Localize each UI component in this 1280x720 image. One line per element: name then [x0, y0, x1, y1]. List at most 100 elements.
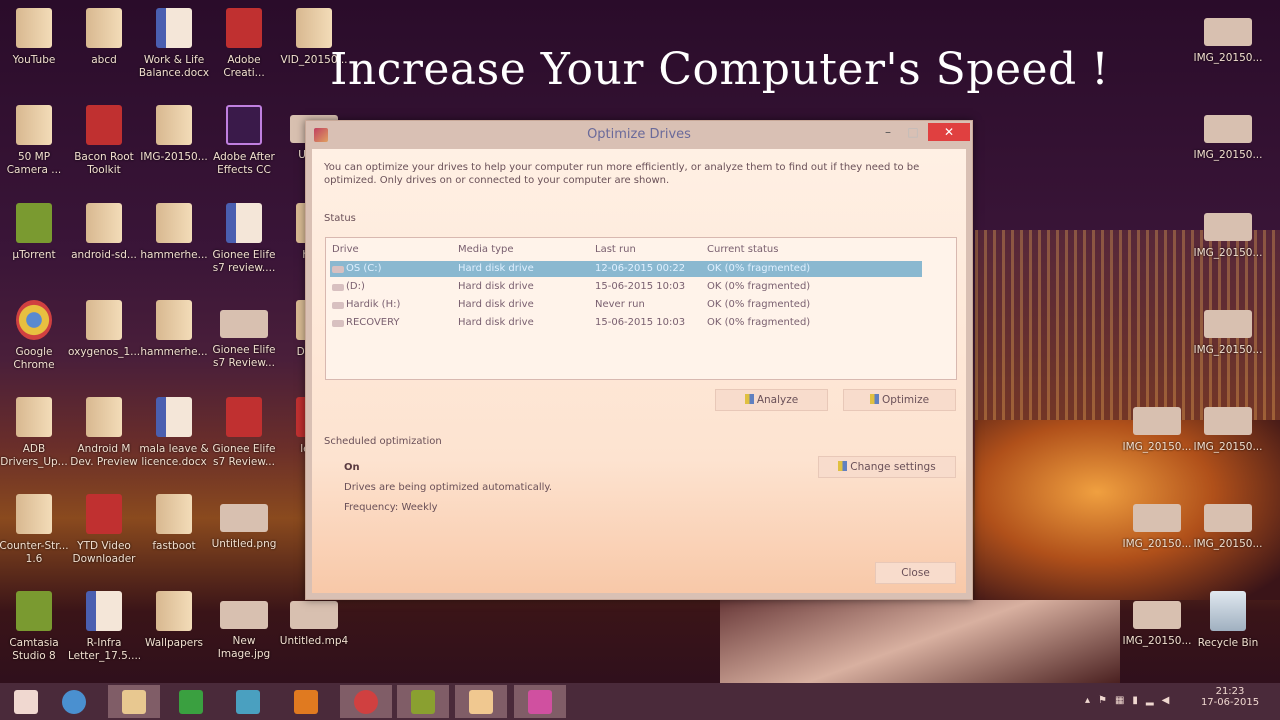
desktop-icon[interactable]: Adobe After Effects CC [208, 105, 280, 177]
folder-icon [156, 300, 192, 340]
img-icon [1204, 18, 1252, 46]
analyze-label: Analyze [756, 394, 799, 406]
desktop-icon[interactable]: Android M Dev. Preview [68, 397, 140, 469]
desktop-icon[interactable]: IMG_20150... [1121, 397, 1193, 454]
vlc-icon [294, 689, 318, 714]
desktop-icon[interactable]: IMG_20150... [1192, 494, 1264, 551]
desktop-icon-label: oxygenos_1... [68, 346, 141, 358]
desktop-icon[interactable]: Adobe Creati... [208, 8, 280, 80]
clock[interactable]: 21:23 17-06-2015 [1200, 686, 1260, 708]
taskbar-file-explorer[interactable] [108, 685, 160, 718]
title-bar[interactable]: Optimize Drives – □ ✕ [306, 121, 972, 149]
taskbar-chrome[interactable] [340, 685, 392, 718]
scheduled-label: Scheduled optimization [324, 436, 442, 447]
column-current-status[interactable]: Current status [707, 242, 778, 258]
taskbar-vlc[interactable] [280, 685, 332, 718]
green-icon [16, 591, 52, 631]
taskbar-app[interactable] [514, 685, 566, 718]
desktop-icon[interactable]: 50 MP Camera ... [0, 105, 70, 177]
current-status: OK (0% fragmented) [707, 281, 811, 292]
desktop-icon[interactable]: IMG_20150... [1192, 300, 1264, 357]
taskbar-camtasia-recorder[interactable] [455, 685, 507, 718]
desktop-icon[interactable]: IMG_20150... [1192, 397, 1264, 454]
desktop-icon[interactable]: IMG_20150... [1121, 591, 1193, 648]
desktop-icon[interactable]: Gionee Elife s7 Review... [208, 397, 280, 469]
desktop-icon[interactable]: IMG-20150... [138, 105, 210, 164]
drive-row[interactable]: RECOVERY Hard disk drive 15-06-2015 10:0… [330, 315, 922, 331]
folder-icon [156, 591, 192, 631]
desktop-icon[interactable]: YTD Video Downloader [68, 494, 140, 566]
word-icon [156, 397, 192, 437]
close-button[interactable]: Close [875, 562, 956, 584]
desktop-icon[interactable]: oxygenos_1... [68, 300, 140, 359]
drive-row[interactable]: Hardik (H:) Hard disk drive Never run OK… [330, 297, 922, 313]
drive-name: Hardik (H:) [346, 299, 401, 310]
desktop-icon[interactable]: µTorrent [0, 203, 70, 262]
desktop-icon[interactable]: Google Chrome [0, 300, 70, 372]
desktop-icon-label: Untitled.png [211, 538, 277, 550]
optimize-button[interactable]: Optimize [843, 389, 956, 411]
desktop-icon[interactable]: hammerhe... [138, 203, 210, 262]
desktop-icon-label: IMG_20150... [1122, 538, 1192, 550]
desktop-icon[interactable]: mala leave & licence.docx [138, 397, 210, 469]
camtasia-recorder-icon [469, 689, 493, 714]
drive-icon [332, 320, 344, 327]
media-player-icon [236, 689, 260, 714]
desktop-icon[interactable]: Work & Life Balance.docx [138, 8, 210, 80]
drive-icon [332, 266, 344, 273]
column-media-type[interactable]: Media type [458, 242, 514, 258]
desktop-icon[interactable]: IMG_20150... [1121, 494, 1193, 551]
desktop-icon-label: IMG_20150... [1193, 247, 1263, 259]
desktop-icon[interactable]: android-sd... [68, 203, 140, 262]
uac-shield-icon [869, 394, 879, 404]
last-run: Never run [595, 299, 645, 310]
close-window-button[interactable]: ✕ [928, 123, 970, 141]
drive-row[interactable]: (D:) Hard disk drive 15-06-2015 10:03 OK… [330, 279, 922, 295]
desktop-icon[interactable]: Gionee Elife s7 review.... [208, 203, 280, 275]
desktop-icon[interactable]: New Image.jpg [208, 591, 280, 661]
desktop-icon[interactable]: Recycle Bin [1192, 591, 1264, 650]
uac-shield-icon [744, 394, 754, 404]
current-status: OK (0% fragmented) [707, 263, 811, 274]
desktop-icon-label: abcd [91, 54, 117, 66]
taskbar-media-player[interactable] [222, 685, 274, 718]
status-label: Status [324, 213, 356, 224]
drive-row[interactable]: OS (C:) Hard disk drive 12-06-2015 00:22… [330, 261, 922, 277]
desktop-icon-label: Bacon Root Toolkit [74, 151, 134, 176]
desktop-icon[interactable]: Wallpapers [138, 591, 210, 650]
system-tray-icons[interactable]: ▴⚑▦▮▂◀ [1085, 695, 1177, 706]
desktop-icon[interactable]: Gionee Elife s7 Review... [208, 300, 280, 370]
desktop-icon[interactable]: Bacon Root Toolkit [68, 105, 140, 177]
internet-explorer-icon [62, 689, 86, 714]
desktop-icon[interactable]: R-Infra Letter_17.5.... [68, 591, 141, 663]
taskbar-store[interactable] [165, 685, 217, 718]
desktop-icon[interactable]: IMG_20150... [1192, 8, 1264, 65]
desktop-icon[interactable]: ADB Drivers_Up... [0, 397, 70, 469]
taskbar: ▴⚑▦▮▂◀ 21:23 17-06-2015 [0, 683, 1280, 720]
taskbar-camtasia[interactable] [397, 685, 449, 718]
desktop-icon[interactable]: YouTube [0, 8, 70, 67]
drive-name: OS (C:) [346, 263, 382, 274]
minimize-button[interactable]: – [881, 123, 895, 141]
desktop-icon-label: IMG_20150... [1122, 441, 1192, 453]
desktop-icon-label: Camtasia Studio 8 [9, 637, 59, 662]
column-last-run[interactable]: Last run [595, 242, 636, 258]
desktop-icon-label: New Image.jpg [217, 635, 271, 660]
desktop-icon[interactable]: Counter-Str... 1.6 [0, 494, 70, 566]
taskbar-internet-explorer[interactable] [48, 685, 100, 718]
desktop-icon[interactable]: IMG_20150... [1192, 203, 1264, 260]
desktop-icon[interactable]: IMG_20150... [1192, 105, 1264, 162]
desktop-icon[interactable]: fastboot [138, 494, 210, 553]
column-drive[interactable]: Drive [332, 242, 359, 258]
desktop-icon-label: Gionee Elife s7 review.... [212, 249, 276, 274]
desktop-icon[interactable]: hammerhe... [138, 300, 210, 359]
desktop-icon[interactable]: Camtasia Studio 8 [0, 591, 70, 663]
desktop-icon[interactable]: Untitled.png [208, 494, 280, 551]
maximize-button[interactable]: □ [906, 123, 920, 141]
last-run: 12-06-2015 00:22 [595, 263, 686, 274]
desktop-icon[interactable]: abcd [68, 8, 140, 67]
change-settings-button[interactable]: Change settings [818, 456, 956, 478]
desktop-icon-label: YTD Video Downloader [72, 540, 136, 565]
analyze-button[interactable]: Analyze [715, 389, 828, 411]
taskbar-start[interactable] [0, 685, 52, 718]
